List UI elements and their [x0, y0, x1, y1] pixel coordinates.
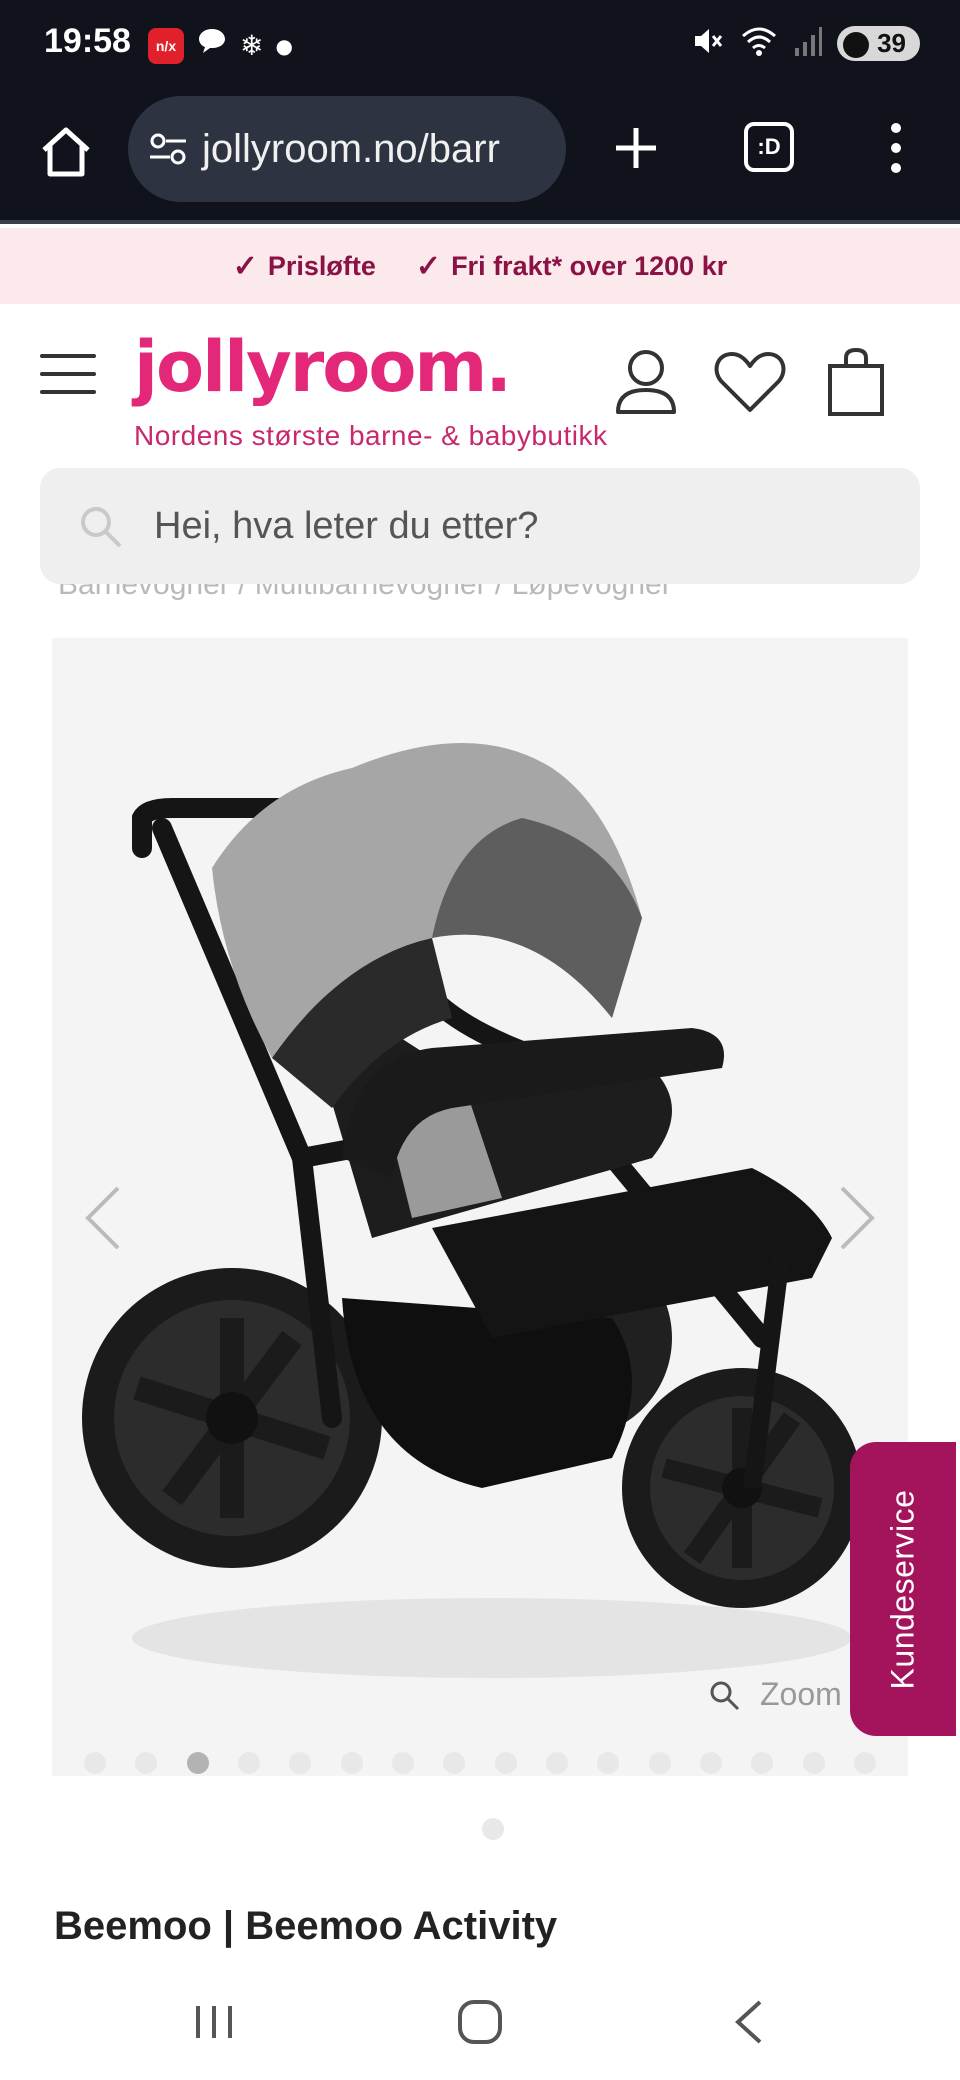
recent-apps-icon[interactable] — [184, 1992, 244, 2052]
gallery-dot[interactable] — [289, 1752, 312, 1774]
promo-bar: ✓ Prisløfte ✓ Fri frakt* over 1200 kr — [0, 228, 960, 304]
site-header: jollyroom. Nordens største barne- & baby… — [0, 304, 960, 464]
home-circle-icon[interactable] — [450, 1992, 510, 2052]
url-text[interactable]: jollyroom.no/barr — [202, 127, 500, 172]
gallery-dot[interactable] — [443, 1752, 466, 1774]
zoom-label: Zoom — [760, 1676, 842, 1712]
previous-image-chevron-icon[interactable] — [78, 1178, 128, 1258]
search-bar[interactable] — [40, 468, 920, 584]
home-icon[interactable] — [36, 122, 96, 182]
heart-icon[interactable] — [712, 346, 788, 418]
status-bar: 19:58 n/x ❄ ● 39 — [0, 0, 960, 92]
snowflake-icon: ❄ — [240, 28, 264, 62]
gallery-dot[interactable] — [84, 1752, 106, 1774]
gallery-pagination — [52, 1752, 908, 1782]
zoom-magnifier-icon — [710, 1681, 740, 1710]
system-navigation-bar — [0, 1970, 960, 2080]
shopping-bag-icon[interactable] — [822, 346, 890, 418]
secondary-pagination-dot[interactable] — [482, 1818, 504, 1840]
product-image-gallery[interactable]: Zoom — [52, 638, 908, 1776]
gallery-dot[interactable] — [699, 1752, 722, 1774]
mute-icon — [691, 24, 725, 62]
plus-icon[interactable] — [606, 118, 666, 178]
zoom-button[interactable]: Zoom — [708, 1676, 842, 1713]
next-image-chevron-icon[interactable] — [832, 1178, 882, 1258]
checkmark-icon: ✓ — [415, 249, 442, 283]
site-settings-icon[interactable] — [148, 129, 188, 169]
gallery-dot[interactable] — [237, 1752, 260, 1774]
product-title: Beemoo | Beemoo Activity — [54, 1904, 558, 1948]
gallery-dot[interactable] — [751, 1752, 774, 1774]
gallery-dot[interactable] — [545, 1752, 568, 1774]
back-chevron-icon[interactable] — [720, 1992, 780, 2052]
gallery-dot[interactable] — [802, 1752, 825, 1774]
gallery-dot[interactable] — [340, 1752, 363, 1774]
breadcrumb[interactable]: Barnevogner / Multibarnevogner / Løpevog… — [58, 584, 672, 614]
nx-app-icon: n/x — [148, 27, 184, 64]
site-tagline: Nordens største barne- & babybutikk — [134, 420, 608, 451]
battery-icon: 39 — [837, 25, 920, 61]
search-input[interactable] — [154, 488, 874, 564]
dot-icon: ● — [275, 33, 293, 58]
more-vert-icon[interactable] — [876, 118, 916, 178]
address-bar[interactable]: jollyroom.no/barr — [128, 96, 566, 202]
gallery-dot[interactable] — [186, 1752, 209, 1774]
promo-free-shipping[interactable]: ✓ Fri frakt* over 1200 kr — [416, 249, 727, 284]
user-icon[interactable] — [612, 346, 680, 418]
wifi-icon — [739, 24, 779, 62]
product-image — [82, 743, 862, 1678]
gallery-dot[interactable] — [391, 1752, 414, 1774]
gallery-dot[interactable] — [648, 1752, 671, 1774]
checkmark-icon: ✓ — [232, 249, 258, 283]
status-time: 19:58 — [44, 22, 131, 60]
promo-price-promise[interactable]: ✓ Prisløfte — [233, 249, 376, 284]
gallery-dot[interactable] — [597, 1752, 620, 1774]
gallery-dot[interactable] — [135, 1752, 158, 1774]
search-icon — [81, 507, 122, 548]
tabs-icon[interactable]: :D — [744, 122, 794, 172]
status-system-icons: 39 — [691, 24, 920, 62]
gallery-dot[interactable] — [853, 1752, 876, 1774]
promo-label: Prisløfte — [267, 250, 376, 281]
customer-service-tab[interactable]: Kundeservice — [850, 1442, 956, 1736]
customer-service-label: Kundeservice — [884, 1489, 921, 1689]
menu-icon[interactable] — [40, 354, 96, 398]
status-notification-icons: n/x ❄ ● — [148, 26, 293, 65]
breadcrumb-text[interactable]: Barnevogner / Multibarnevogner / Løpevog… — [58, 584, 672, 602]
browser-toolbar: jollyroom.no/barr :D — [0, 92, 960, 224]
promo-label: Fri frakt* over 1200 kr — [451, 250, 728, 281]
signal-icon — [793, 24, 823, 62]
gallery-dot[interactable] — [494, 1752, 517, 1774]
chat-bubble-icon — [196, 26, 228, 65]
site-logo[interactable]: jollyroom. — [134, 326, 512, 408]
